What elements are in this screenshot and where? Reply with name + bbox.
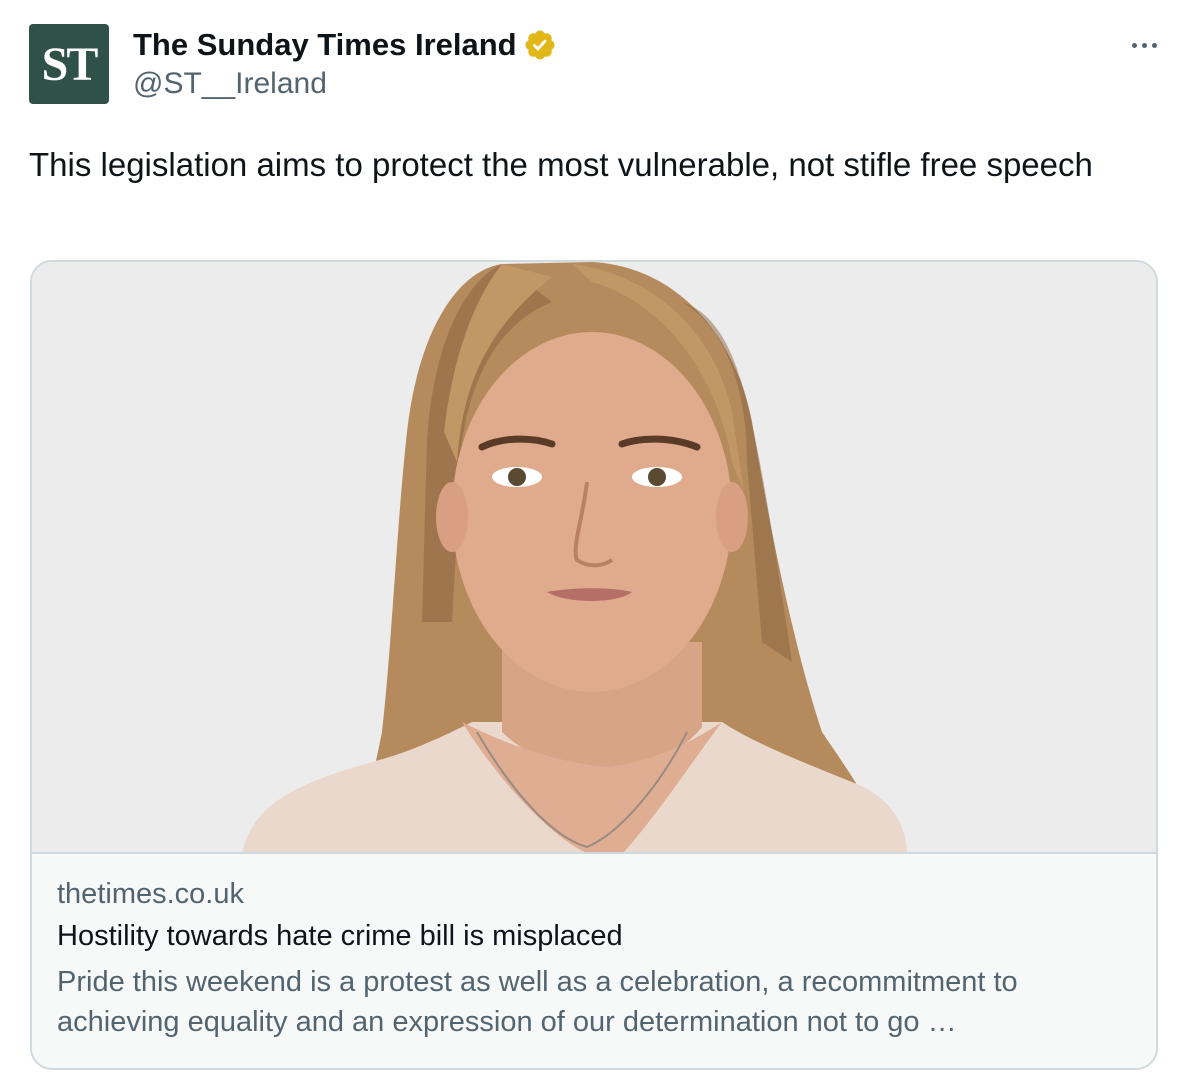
avatar-logo-text: ST <box>41 37 99 91</box>
account-handle[interactable]: @ST__Ireland <box>133 66 327 102</box>
more-dot <box>1141 42 1147 48</box>
more-options-icon[interactable] <box>1124 30 1164 60</box>
card-meta[interactable]: thetimes.co.uk Hostility towards hate cr… <box>32 854 1156 1068</box>
display-name[interactable]: The Sunday Times Ireland <box>133 26 517 64</box>
tweet-text: This legislation aims to protect the mos… <box>29 146 1093 183</box>
portrait-photo-icon <box>242 262 907 852</box>
name-row: The Sunday Times Ireland <box>133 26 557 64</box>
card-domain: thetimes.co.uk <box>57 878 244 910</box>
verified-badge-icon[interactable] <box>523 28 557 62</box>
more-dot <box>1131 42 1137 48</box>
account-avatar[interactable]: ST <box>29 24 109 104</box>
link-preview-card[interactable]: thetimes.co.uk Hostility towards hate cr… <box>30 260 1158 1070</box>
more-dot <box>1151 42 1157 48</box>
card-title: Hostility towards hate crime bill is mis… <box>57 920 623 952</box>
card-image[interactable] <box>32 262 1156 854</box>
card-description: Pride this weekend is a protest as well … <box>57 966 1018 1038</box>
